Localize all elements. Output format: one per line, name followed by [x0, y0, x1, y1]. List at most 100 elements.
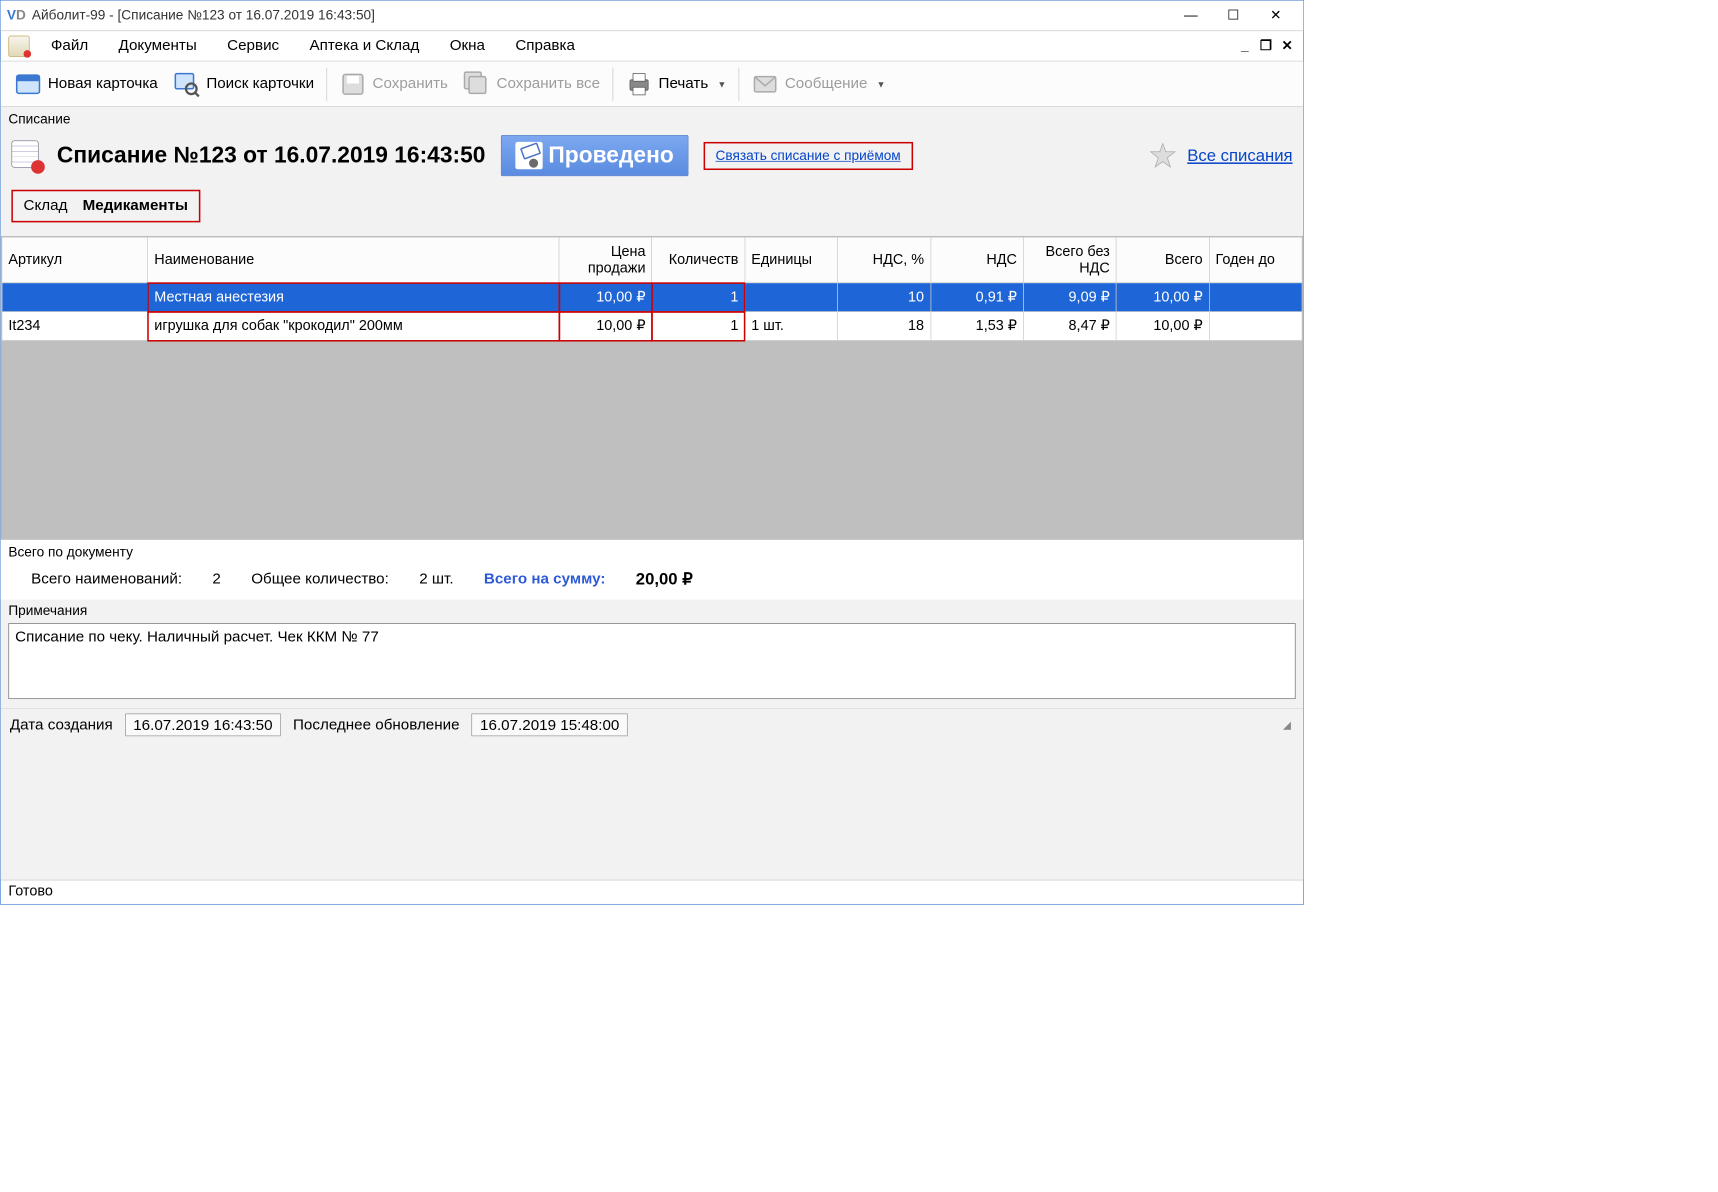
- all-writeoffs-link[interactable]: Все списания: [1187, 146, 1292, 166]
- col-price[interactable]: Цена продажи: [559, 237, 652, 283]
- totals-caption: Всего по документу: [1, 539, 1303, 560]
- cell-price[interactable]: 10,00 ₽: [559, 312, 652, 341]
- cell-vat_pct[interactable]: 18: [838, 312, 931, 341]
- cell-qty[interactable]: 1: [652, 312, 745, 341]
- cell-expiry[interactable]: [1209, 283, 1302, 312]
- close-button[interactable]: ✕: [1255, 0, 1298, 30]
- toolbar-separator: [739, 67, 740, 100]
- document-title: Списание №123 от 16.07.2019 16:43:50: [57, 143, 486, 169]
- message-icon: [751, 70, 778, 97]
- items-table[interactable]: Артикул Наименование Цена продажи Количе…: [2, 237, 1303, 341]
- dates-row: Дата создания 16.07.2019 16:43:50 Послед…: [1, 708, 1303, 744]
- total-names-value: 2: [212, 570, 220, 587]
- cell-qty[interactable]: 1: [652, 283, 745, 312]
- created-label: Дата создания: [10, 716, 113, 733]
- print-label: Печать: [659, 75, 709, 92]
- mdi-close-button[interactable]: ✕: [1279, 38, 1296, 55]
- cell-article[interactable]: It234: [2, 312, 148, 341]
- cell-article[interactable]: [2, 283, 148, 312]
- menu-service[interactable]: Сервис: [212, 33, 294, 60]
- cell-total_no_vat[interactable]: 9,09 ₽: [1023, 283, 1116, 312]
- status-badge: Проведено: [501, 135, 689, 176]
- menu-documents[interactable]: Документы: [103, 33, 212, 60]
- total-sum-value: 20,00 ₽: [636, 569, 693, 589]
- col-vat-pct[interactable]: НДС, %: [838, 237, 931, 283]
- document-icon: [11, 140, 41, 170]
- stamp-icon: [515, 142, 542, 169]
- chevron-down-icon: ▼: [717, 79, 726, 90]
- save-all-label: Сохранить все: [497, 75, 601, 92]
- new-card-icon: [14, 70, 41, 97]
- star-icon[interactable]: [1149, 142, 1176, 169]
- save-all-icon: [463, 70, 490, 97]
- menu-windows[interactable]: Окна: [435, 33, 501, 60]
- col-vat[interactable]: НДС: [931, 237, 1024, 283]
- warehouse-label: Склад: [24, 197, 68, 214]
- total-sum-label: Всего на сумму:: [484, 570, 606, 587]
- col-expiry[interactable]: Годен до: [1209, 237, 1302, 283]
- link-appointment[interactable]: Связать списание с приёмом: [715, 148, 900, 163]
- col-total-no-vat[interactable]: Всего без НДС: [1023, 237, 1116, 283]
- col-total[interactable]: Всего: [1116, 237, 1209, 283]
- cell-total[interactable]: 10,00 ₽: [1116, 283, 1209, 312]
- toolbar: Новая карточка Поиск карточки Сохранить …: [1, 61, 1303, 107]
- grid-empty-area: [2, 341, 1303, 538]
- print-icon: [625, 70, 652, 97]
- menubar: Файл Документы Сервис Аптека и Склад Окн…: [1, 31, 1303, 61]
- menu-pharmacy[interactable]: Аптека и Склад: [294, 33, 434, 60]
- status-label: Проведено: [548, 143, 673, 169]
- updated-value: 16.07.2019 15:48:00: [472, 713, 628, 736]
- menu-file[interactable]: Файл: [36, 33, 104, 60]
- cell-vat[interactable]: 1,53 ₽: [931, 312, 1024, 341]
- save-all-button[interactable]: Сохранить все: [456, 66, 608, 102]
- warehouse-value: Медикаменты: [83, 197, 188, 214]
- toolbar-separator: [326, 67, 327, 100]
- cell-price[interactable]: 10,00 ₽: [559, 283, 652, 312]
- warehouse-box[interactable]: Склад Медикаменты: [11, 190, 200, 223]
- search-card-button[interactable]: Поиск карточки: [165, 66, 321, 102]
- save-button[interactable]: Сохранить: [332, 66, 456, 102]
- cell-vat_pct[interactable]: 10: [838, 283, 931, 312]
- col-name[interactable]: Наименование: [148, 237, 559, 283]
- new-card-button[interactable]: Новая карточка: [7, 66, 166, 102]
- search-card-icon: [173, 70, 200, 97]
- mdi-restore-button[interactable]: ❐: [1258, 38, 1275, 55]
- app-icon: [8, 35, 29, 56]
- total-names-label: Всего наименований:: [31, 570, 182, 587]
- menu-help[interactable]: Справка: [500, 33, 590, 60]
- statusbar: Готово: [1, 880, 1303, 904]
- titlebar: VD Айболит-99 - [Списание №123 от 16.07.…: [1, 1, 1303, 31]
- app-logo: VD: [7, 8, 26, 24]
- total-qty-value: 2 шт.: [419, 570, 453, 587]
- cell-unit[interactable]: 1 шт.: [745, 312, 838, 341]
- window-title: Айболит-99 - [Списание №123 от 16.07.201…: [32, 8, 1170, 24]
- total-qty-label: Общее количество:: [251, 570, 389, 587]
- cell-unit[interactable]: [745, 283, 838, 312]
- minimize-button[interactable]: —: [1170, 0, 1213, 30]
- notes-textarea[interactable]: Списание по чеку. Наличный расчет. Чек К…: [8, 623, 1295, 699]
- save-label: Сохранить: [372, 75, 447, 92]
- col-article[interactable]: Артикул: [2, 237, 148, 283]
- col-unit[interactable]: Единицы: [745, 237, 838, 283]
- message-button[interactable]: Сообщение ▼: [744, 66, 893, 102]
- cell-total[interactable]: 10,00 ₽: [1116, 312, 1209, 341]
- search-card-label: Поиск карточки: [206, 75, 314, 92]
- document-header: Списание №123 от 16.07.2019 16:43:50 Про…: [1, 129, 1303, 187]
- resize-grip-icon[interactable]: ◢: [1280, 715, 1294, 734]
- col-qty[interactable]: Количеств: [652, 237, 745, 283]
- toolbar-separator: [612, 67, 613, 100]
- print-button[interactable]: Печать ▼: [618, 66, 734, 102]
- cell-name[interactable]: игрушка для собак "крокодил" 200мм: [148, 312, 559, 341]
- maximize-button[interactable]: ☐: [1212, 0, 1255, 30]
- message-label: Сообщение: [785, 75, 868, 92]
- cell-expiry[interactable]: [1209, 312, 1302, 341]
- created-value: 16.07.2019 16:43:50: [125, 713, 281, 736]
- chevron-down-icon: ▼: [877, 79, 886, 90]
- cell-name[interactable]: Местная анестезия: [148, 283, 559, 312]
- cell-vat[interactable]: 0,91 ₽: [931, 283, 1024, 312]
- cell-total_no_vat[interactable]: 8,47 ₽: [1023, 312, 1116, 341]
- table-row[interactable]: Местная анестезия10,00 ₽1100,91 ₽9,09 ₽1…: [2, 283, 1302, 312]
- mdi-minimize-button[interactable]: _: [1236, 38, 1253, 55]
- table-row[interactable]: It234игрушка для собак "крокодил" 200мм1…: [2, 312, 1302, 341]
- new-card-label: Новая карточка: [48, 75, 158, 92]
